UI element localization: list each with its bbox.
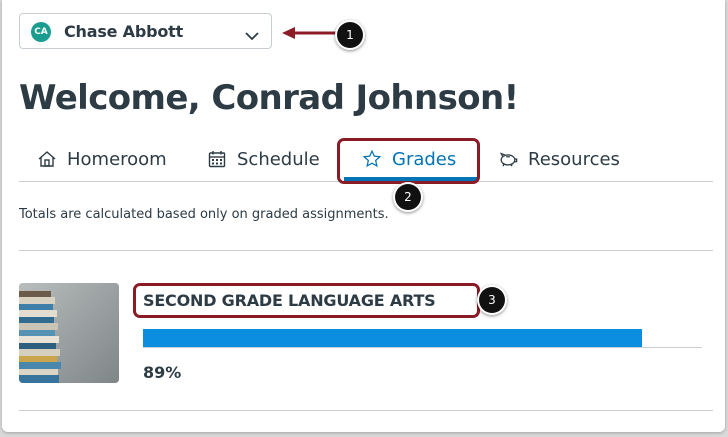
tab-schedule[interactable]: Schedule <box>207 140 320 178</box>
tab-label: Grades <box>392 148 457 170</box>
grade-percentage: 89% <box>143 363 182 382</box>
tab-grades[interactable]: Grades <box>362 140 456 178</box>
chevron-down-icon <box>245 26 259 45</box>
course-title[interactable]: SECOND GRADE LANGUAGE ARTS <box>143 291 436 310</box>
student-name: Chase Abbott <box>64 22 184 41</box>
piggy-bank-icon <box>498 149 518 169</box>
tab-homeroom[interactable]: Homeroom <box>37 140 167 178</box>
grade-progress-bar <box>143 329 702 348</box>
student-selector[interactable]: CA Chase Abbott <box>19 13 272 49</box>
home-icon <box>37 149 57 169</box>
callout-badge: 1 <box>337 22 363 48</box>
student-avatar: CA <box>31 22 51 42</box>
calendar-icon <box>207 149 227 169</box>
star-icon <box>362 149 382 169</box>
grade-progress-fill <box>143 329 642 347</box>
tab-bar: Homeroom Schedule Grades Resources <box>19 140 713 182</box>
app-window: CA Chase Abbott 1 Welcome, Conrad Johnso… <box>2 0 725 432</box>
tab-label: Homeroom <box>67 148 167 170</box>
page-title: Welcome, Conrad Johnson! <box>19 78 519 118</box>
grades-note: Totals are calculated based only on grad… <box>19 207 389 222</box>
callout-badge: 3 <box>479 287 505 313</box>
section-divider <box>19 410 713 411</box>
tab-divider <box>19 181 713 182</box>
callout-badge: 2 <box>395 184 421 210</box>
books-image <box>19 283 119 383</box>
tab-resources[interactable]: Resources <box>498 140 620 178</box>
section-divider <box>19 250 713 251</box>
tab-label: Schedule <box>237 148 320 170</box>
annotation-arrow <box>282 27 340 39</box>
course-image[interactable] <box>19 283 119 383</box>
tab-label: Resources <box>528 148 620 170</box>
